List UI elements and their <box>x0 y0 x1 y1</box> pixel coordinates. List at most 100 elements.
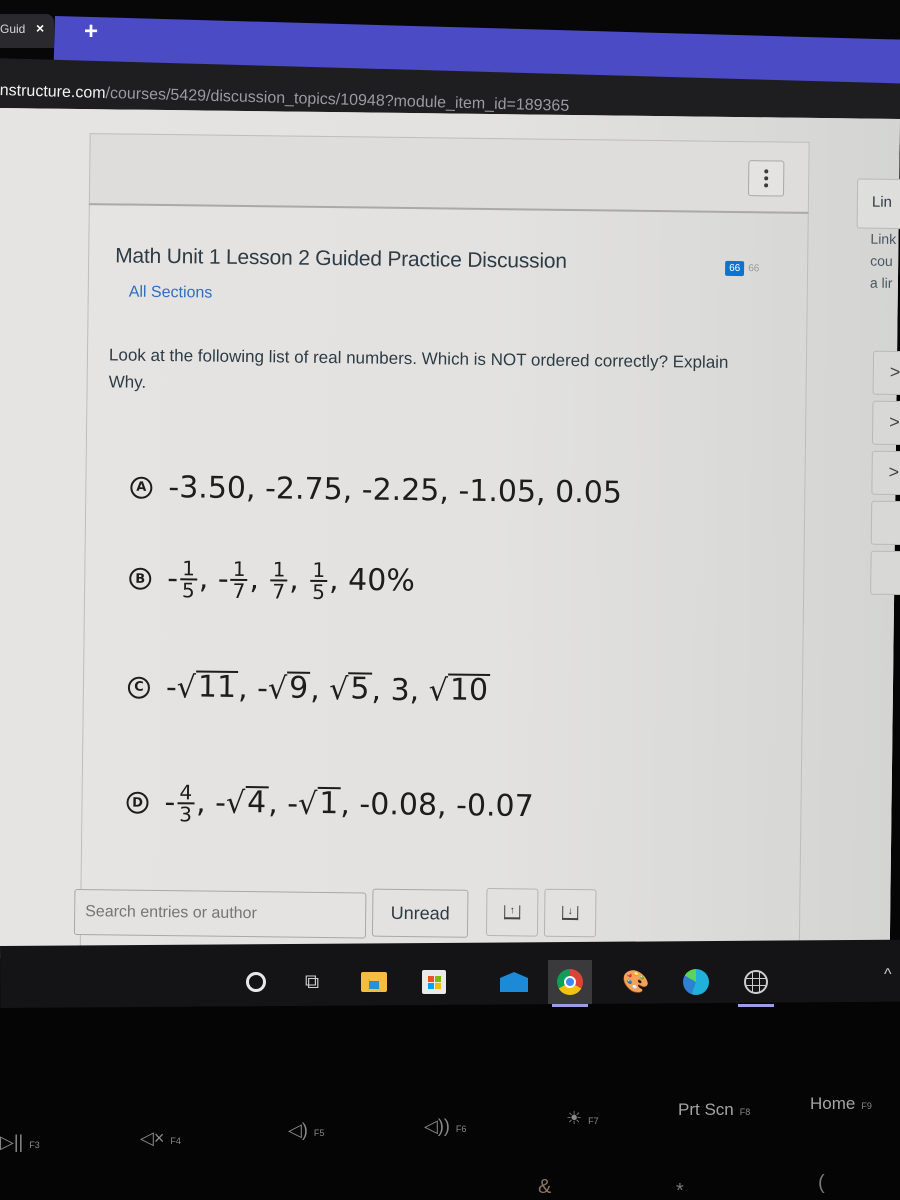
sidebar-expand-button[interactable] <box>870 500 900 546</box>
number-term: -0.08 <box>359 786 438 823</box>
square-root: √ 9 <box>267 670 311 707</box>
collapse-up-arrow-icon: ↑ <box>504 905 521 920</box>
key-f6: ◁)) F6 <box>424 1116 467 1136</box>
chevron-right-icon: > <box>889 411 900 433</box>
total-count-badge: 66 <box>748 263 760 275</box>
number-term: 17 <box>268 557 289 604</box>
discussion-header-bar <box>88 133 810 214</box>
paint-palette-icon: 🎨 <box>622 969 650 994</box>
chrome-icon <box>557 969 583 995</box>
square-root: √ 1 <box>297 785 341 822</box>
number-term: -43 <box>164 780 195 827</box>
discussion-page: Math Unit 1 Lesson 2 Guided Practice Dis… <box>0 108 900 994</box>
volume-up-icon: ◁)) <box>424 1116 450 1136</box>
edge-icon <box>683 969 709 995</box>
browser-tabstrip: Guid × + <box>0 0 900 93</box>
sidebar-link-button[interactable]: Lin <box>856 178 900 230</box>
taskbar-microsoft-edge[interactable] <box>674 960 718 1004</box>
sidebar-description-line: a lir <box>869 274 893 291</box>
square-root: √ 4 <box>225 784 269 821</box>
choice-letter: C <box>127 676 151 699</box>
unread-count-badge: 66 <box>725 260 745 277</box>
taskbar-globe-app[interactable] <box>734 960 778 1007</box>
close-tab-icon[interactable]: × <box>36 20 44 36</box>
square-root: √ 5 <box>329 671 372 708</box>
answer-choice-b: B -15, -17, 17, 15, 40% <box>129 556 416 605</box>
taskbar-file-explorer[interactable] <box>352 960 396 1004</box>
answer-choice-a: A -3.50, -2.75, -2.25, -1.05, 0.05 <box>130 470 622 511</box>
key-f3: ▷|| F3 <box>0 1132 40 1152</box>
number-term: - √ 4 <box>214 784 269 821</box>
taskbar-google-chrome[interactable] <box>548 960 592 1007</box>
square-root: √ 11 <box>176 669 239 706</box>
sidebar-description-line: Link <box>870 230 897 247</box>
taskbar-cortana-search[interactable] <box>234 960 278 1004</box>
number-term: -17 <box>217 556 248 604</box>
options-menu-button[interactable] <box>747 160 785 197</box>
key-asterisk: * <box>676 1180 684 1200</box>
sidebar-description-line: cou <box>870 252 893 269</box>
sidebar-expand-button[interactable]: > <box>871 450 900 496</box>
fraction: 43 <box>177 780 195 827</box>
number-term: - √ 11 <box>165 669 239 706</box>
fraction: 17 <box>270 557 288 604</box>
answer-choice-c: C - √ 11, - √ 9, √ 5, 3, √ 10 <box>127 669 491 709</box>
expand-threads-button[interactable]: ↓ <box>543 888 597 938</box>
square-root: √ 10 <box>428 672 491 709</box>
url-domain: nstructure.com <box>0 82 106 102</box>
globe-icon <box>744 970 768 994</box>
kebab-dot-icon <box>764 183 769 188</box>
number-term: - √ 9 <box>256 670 311 707</box>
unread-filter-button[interactable]: Unread <box>371 888 469 938</box>
backlight-icon: ☀ <box>566 1108 583 1128</box>
number-term: 3 <box>390 672 410 709</box>
sidebar-description: Link cou a lir <box>870 229 896 295</box>
reply-count-badges: 66 66 <box>725 260 760 277</box>
all-sections-link[interactable]: All Sections <box>129 284 213 303</box>
kebab-dot-icon <box>764 169 769 174</box>
choice-text: -3.50, -2.75, -2.25, -1.05, 0.05 <box>168 470 622 511</box>
choice-text: -15, -17, 17, 15, 40% <box>167 556 416 605</box>
sidebar-expand-button[interactable]: > <box>871 400 900 446</box>
key-f9: Home F9 <box>810 1094 872 1113</box>
fraction: 15 <box>310 557 328 605</box>
choice-letter: D <box>126 791 149 814</box>
number-term: 15 <box>308 558 329 604</box>
search-ring-icon <box>246 972 266 992</box>
mail-envelope-icon <box>500 972 528 992</box>
chevron-right-icon: > <box>888 461 900 483</box>
show-hidden-icons-chevron[interactable]: ^ <box>884 966 892 984</box>
discussion-prompt: Look at the following list of real numbe… <box>108 345 729 392</box>
kebab-dot-icon <box>764 176 769 181</box>
new-tab-button[interactable]: + <box>84 20 98 44</box>
task-view-icon: ⧉ <box>304 970 320 993</box>
play-pause-icon: ▷|| <box>0 1132 24 1152</box>
collapse-threads-button[interactable]: ↑ <box>485 888 539 937</box>
number-term: -15 <box>167 556 198 603</box>
browser-tab[interactable]: Guid × <box>0 14 54 48</box>
taskbar-mail[interactable] <box>492 960 536 1004</box>
choice-text: - √ 11, - √ 9, √ 5, 3, √ 10 <box>165 669 491 709</box>
tab-title: Guid <box>0 22 26 36</box>
answer-choice-d: D -43, - √ 4, - √ 1, -0.08, -0.07 <box>126 780 534 829</box>
key-f5: ◁) F5 <box>288 1120 325 1140</box>
expand-down-arrow-icon: ↓ <box>562 905 579 921</box>
taskbar-microsoft-store[interactable] <box>412 960 456 1004</box>
search-entries-input[interactable] <box>73 888 367 939</box>
taskbar-paint[interactable]: 🎨 <box>614 960 658 1004</box>
sidebar-expand-button[interactable]: > <box>872 350 900 396</box>
number-term: √ 10 <box>429 673 491 709</box>
key-f7: ☀ F7 <box>566 1108 599 1128</box>
mute-icon: ◁× <box>140 1128 165 1148</box>
number-term: -3.50, -2.75, -2.25, -1.05, 0.05 <box>168 470 623 511</box>
key-ampersand: & <box>538 1176 552 1198</box>
choice-letter: B <box>129 567 152 590</box>
sidebar-expand-button[interactable] <box>870 550 900 596</box>
key-left-paren: ( <box>818 1172 825 1194</box>
choice-text: -43, - √ 4, - √ 1, -0.08, -0.07 <box>164 780 534 827</box>
fraction: 17 <box>230 556 248 604</box>
volume-down-icon: ◁) <box>288 1120 308 1140</box>
folder-icon <box>361 972 387 992</box>
taskbar-task-view[interactable]: ⧉ <box>290 960 334 1004</box>
key-f4: ◁× F4 <box>140 1128 181 1148</box>
